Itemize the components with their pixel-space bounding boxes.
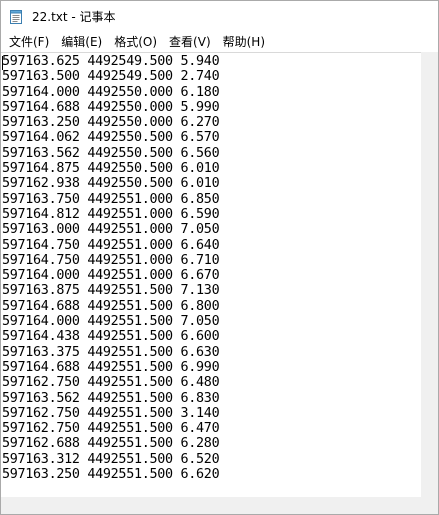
text-line: 597163.750 4492551.000 6.850 <box>2 191 220 207</box>
text-line: 597164.875 4492550.500 6.010 <box>2 161 220 177</box>
text-line: 597163.562 4492550.500 6.560 <box>2 145 220 161</box>
text-line: 597164.000 4492550.000 6.180 <box>2 84 220 100</box>
menu-bar: 文件(F) 编辑(E) 格式(O) 查看(V) 帮助(H) <box>1 32 438 52</box>
scrollbar-corner <box>421 497 438 514</box>
menu-format[interactable]: 格式(O) <box>108 32 163 52</box>
horizontal-scrollbar[interactable] <box>1 497 422 514</box>
text-line: 597162.750 4492551.500 6.480 <box>2 375 220 391</box>
menu-help[interactable]: 帮助(H) <box>217 32 271 52</box>
text-line: 597163.875 4492551.500 7.130 <box>2 283 220 299</box>
text-line: 597163.000 4492551.000 7.050 <box>2 222 220 238</box>
text-line: 597164.000 4492551.000 6.670 <box>2 268 220 284</box>
text-line: 597164.750 4492551.000 6.640 <box>2 237 220 253</box>
notepad-window: 22.txt - 记事本 文件(F) 编辑(E) 格式(O) 查看(V) 帮助(… <box>0 0 439 515</box>
text-line: 597163.625 4492549.500 5.940 <box>2 54 220 69</box>
title-bar[interactable]: 22.txt - 记事本 <box>1 1 438 32</box>
menu-edit[interactable]: 编辑(E) <box>55 32 108 52</box>
text-line: 597163.375 4492551.500 6.630 <box>2 344 220 360</box>
text-line: 597163.312 4492551.500 6.520 <box>2 451 220 467</box>
text-line: 597164.000 4492551.500 7.050 <box>2 314 220 330</box>
text-line: 597164.750 4492551.000 6.710 <box>2 252 220 268</box>
text-line: 597163.250 4492551.500 6.620 <box>2 467 220 483</box>
text-line: 597164.438 4492551.500 6.600 <box>2 329 220 345</box>
menu-file[interactable]: 文件(F) <box>3 32 55 52</box>
text-line: 597164.688 4492550.000 5.990 <box>2 99 220 115</box>
menu-view[interactable]: 查看(V) <box>163 32 217 52</box>
text-caret <box>2 56 3 70</box>
vertical-scrollbar[interactable] <box>421 52 438 498</box>
text-line: 597163.500 4492549.500 2.740 <box>2 69 220 85</box>
text-editor[interactable]: 597163.625 4492549.500 5.940 597163.500 … <box>1 52 422 498</box>
text-line: 597163.250 4492550.000 6.270 <box>2 115 220 131</box>
text-line: 597164.688 4492551.500 6.990 <box>2 359 220 375</box>
text-line: 597164.812 4492551.000 6.590 <box>2 206 220 222</box>
text-line: 597162.750 4492551.500 3.140 <box>2 405 220 421</box>
text-line: 597162.688 4492551.500 6.280 <box>2 436 220 452</box>
text-line: 597164.688 4492551.500 6.800 <box>2 298 220 314</box>
text-line: 597162.938 4492550.500 6.010 <box>2 176 220 192</box>
text-line: 597163.562 4492551.500 6.830 <box>2 390 220 406</box>
notepad-icon[interactable] <box>8 9 24 25</box>
window-title: 22.txt - 记事本 <box>32 9 116 24</box>
text-content: 597163.625 4492549.500 5.940 597163.500 … <box>1 53 422 482</box>
text-line: 597164.062 4492550.500 6.570 <box>2 130 220 146</box>
text-line: 597162.750 4492551.500 6.470 <box>2 421 220 437</box>
